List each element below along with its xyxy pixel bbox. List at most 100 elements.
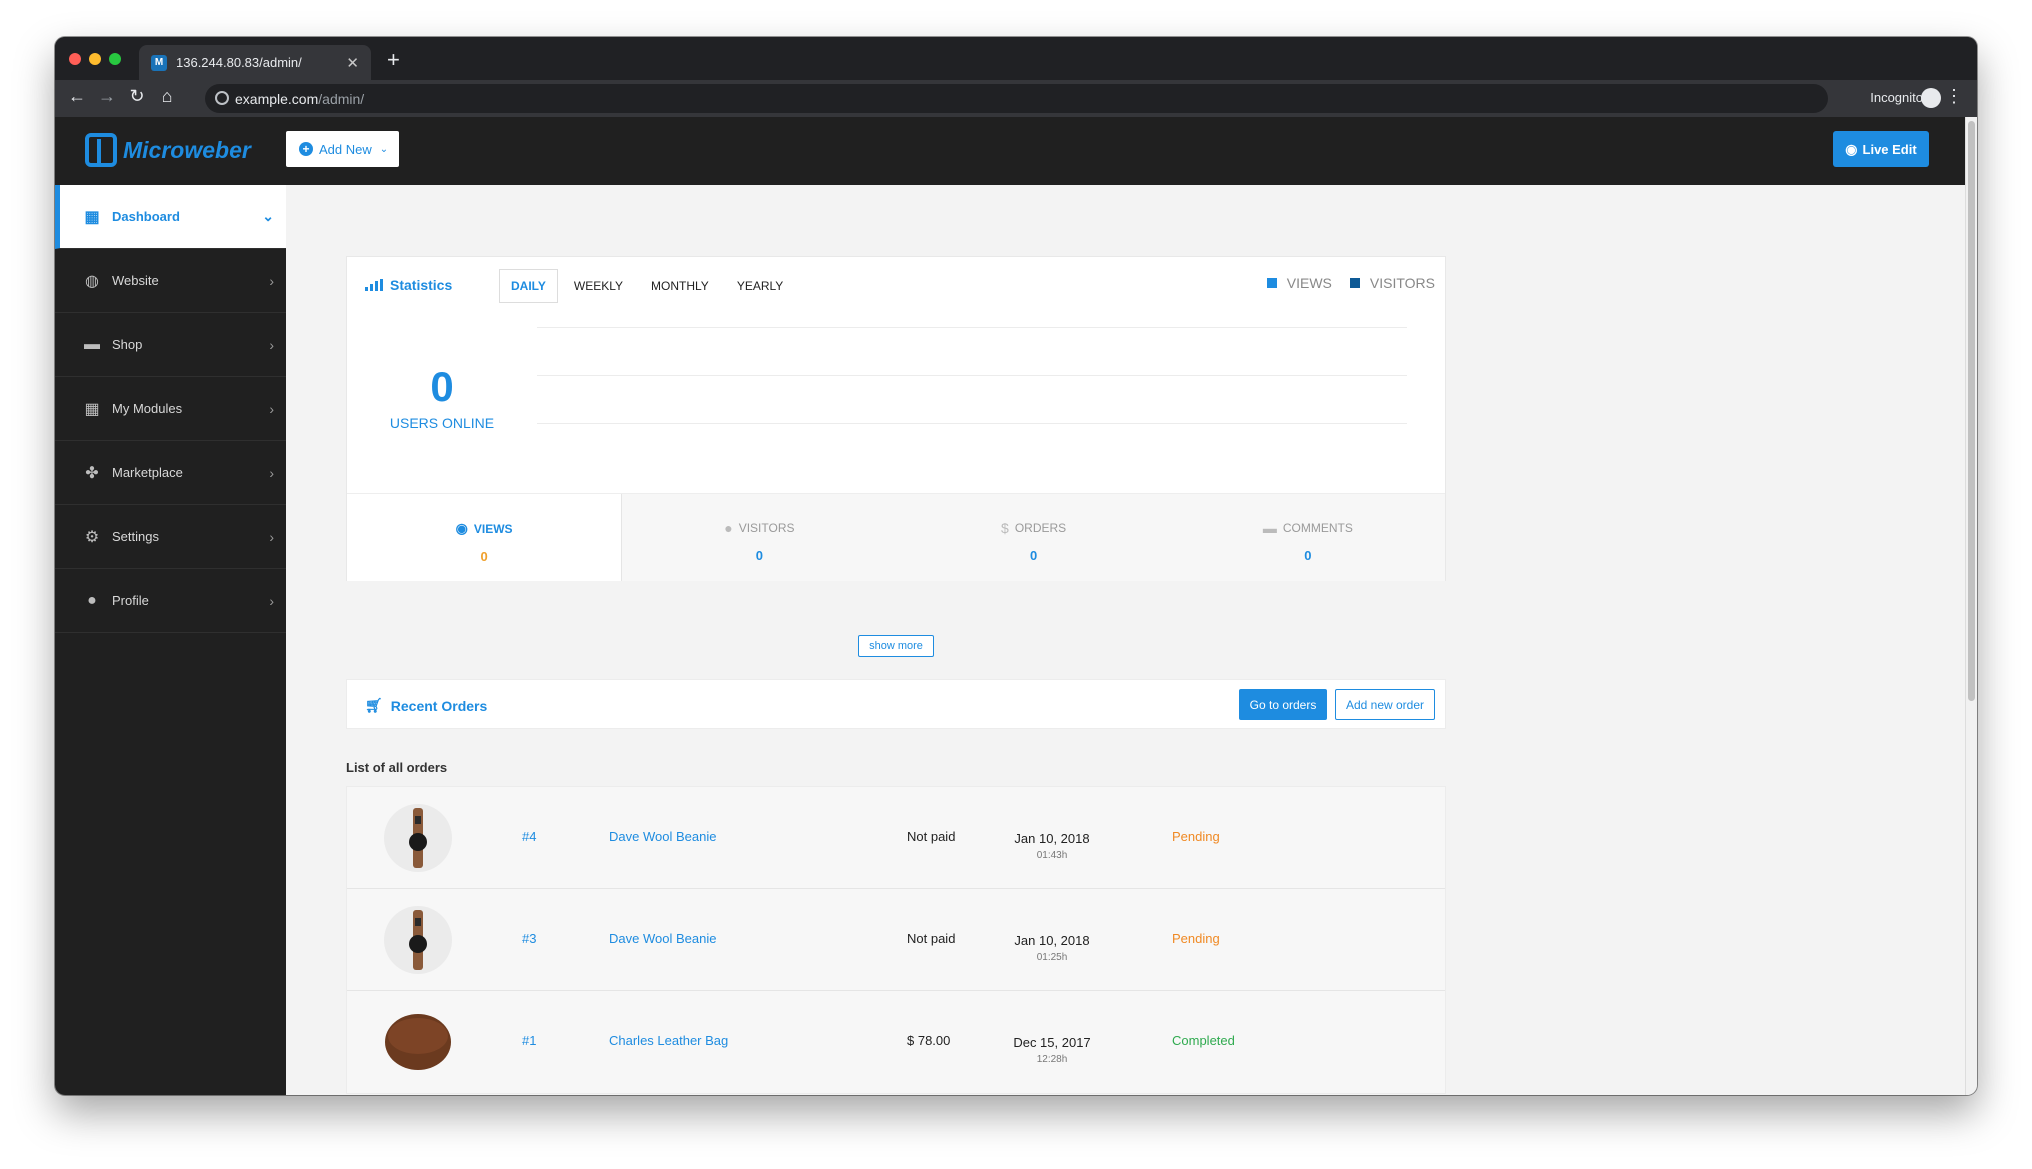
- order-status: Pending: [1172, 829, 1220, 844]
- metric-value: 0: [1030, 548, 1038, 563]
- legend-item-views[interactable]: VIEWS: [1266, 275, 1332, 291]
- order-date: Dec 15, 2017: [1013, 1035, 1091, 1050]
- home-icon[interactable]: ⌂: [155, 86, 179, 107]
- page-scrollbar[interactable]: [1965, 117, 1977, 1095]
- statistics-title-text: Statistics: [390, 277, 453, 293]
- eye-icon: ◉: [455, 520, 468, 536]
- chart-gridline: [537, 375, 1407, 376]
- microweber-logo-icon: [85, 133, 117, 167]
- live-edit-button[interactable]: ◉ Live Edit: [1833, 131, 1929, 167]
- sidebar-item-shop[interactable]: ▬ Shop ›: [55, 313, 286, 377]
- browser-tab[interactable]: M 136.244.80.83/admin/ ✕: [139, 45, 371, 80]
- bag-thumbnail-icon: [385, 1014, 451, 1070]
- url-path: /admin/: [318, 90, 365, 107]
- minimize-window-button[interactable]: [89, 53, 101, 65]
- sidebar-item-dashboard[interactable]: ▦ Dashboard ⌄: [55, 185, 286, 249]
- metric-orders[interactable]: $ ORDERS 0: [897, 494, 1171, 581]
- order-product[interactable]: Charles Leather Bag: [609, 1033, 728, 1048]
- users-online: 0 USERS ONLINE: [347, 313, 537, 493]
- order-date: Jan 10, 2018: [1014, 831, 1090, 846]
- sidebar-item-my-modules[interactable]: ▦ My Modules ›: [55, 377, 286, 441]
- tab-weekly[interactable]: WEEKLY: [562, 269, 635, 303]
- logo[interactable]: Microweber: [85, 133, 251, 167]
- legend-item-visitors[interactable]: VISITORS: [1349, 275, 1435, 291]
- tab-yearly[interactable]: YEARLY: [725, 269, 795, 303]
- site-info-icon[interactable]: [215, 91, 229, 105]
- cart-icon: 🛒︎: [365, 697, 383, 713]
- user-icon: ●: [87, 591, 97, 609]
- add-new-label: Add New: [319, 141, 372, 157]
- order-number[interactable]: #3: [522, 931, 536, 946]
- scrollbar-thumb[interactable]: [1968, 121, 1975, 701]
- sidebar-item-label: My Modules: [112, 401, 183, 416]
- chevron-down-icon: ⌄: [262, 208, 274, 224]
- order-number[interactable]: #1: [522, 1033, 536, 1048]
- metric-visitors[interactable]: ● VISITORS 0: [622, 494, 896, 581]
- metric-value: 0: [480, 549, 488, 564]
- tab-title: 136.244.80.83/admin/: [176, 55, 302, 70]
- metric-label: COMMENTS: [1282, 521, 1353, 535]
- incognito-label: Incognito: [1870, 90, 1923, 105]
- back-icon[interactable]: ←: [65, 86, 89, 107]
- gear-icon: ⚙: [84, 528, 100, 546]
- legend-swatch: [1266, 278, 1277, 288]
- sidebar-item-label: Settings: [112, 529, 159, 544]
- metrics-row: ◉ VIEWS 0 ● VISITORS 0 $ ORDERS 0 ▬ COMMENTS…: [347, 493, 1445, 581]
- order-status: Pending: [1172, 931, 1220, 946]
- new-tab-button[interactable]: +: [387, 49, 400, 71]
- legend-label: VISITORS: [1369, 275, 1435, 291]
- tab-daily[interactable]: DAILY: [499, 269, 558, 303]
- order-row[interactable]: #3 Dave Wool Beanie Not paid Jan 10, 201…: [347, 889, 1445, 991]
- sidebar-item-label: Dashboard: [112, 209, 180, 224]
- order-amount: $ 78.00: [907, 1033, 951, 1048]
- chevron-right-icon: ›: [269, 528, 274, 545]
- go-to-orders-button[interactable]: Go to orders: [1239, 689, 1327, 720]
- chart-legend: VIEWS VISITORS: [1266, 275, 1435, 291]
- metric-label: ORDERS: [1014, 521, 1067, 535]
- order-row[interactable]: #4 Dave Wool Beanie Not paid Jan 10, 201…: [347, 787, 1445, 889]
- legend-label: VIEWS: [1286, 275, 1332, 291]
- statistics-card: Statistics DAILY WEEKLY MONTHLY YEARLY V…: [346, 256, 1446, 581]
- close-tab-icon[interactable]: ✕: [346, 54, 359, 72]
- chart-gridline: [537, 423, 1407, 424]
- orders-list: #4 Dave Wool Beanie Not paid Jan 10, 201…: [346, 786, 1446, 1094]
- grid-icon: ▦: [84, 400, 100, 418]
- add-new-order-button[interactable]: Add new order: [1335, 689, 1435, 720]
- show-more-button[interactable]: show more: [858, 635, 934, 657]
- metric-value: 0: [1304, 548, 1312, 563]
- chart-gridline: [537, 327, 1407, 328]
- forward-icon[interactable]: →: [95, 86, 119, 107]
- browser-menu-icon[interactable]: ⋮: [1945, 86, 1963, 107]
- order-product[interactable]: Dave Wool Beanie: [609, 829, 716, 844]
- dollar-icon: $: [1001, 520, 1009, 536]
- order-number[interactable]: #4: [522, 829, 536, 844]
- metric-label: VISITORS: [738, 521, 795, 535]
- order-time: 12:28h: [1036, 1054, 1068, 1065]
- sidebar-item-settings[interactable]: ⚙ Settings ›: [55, 505, 286, 569]
- tab-monthly[interactable]: MONTHLY: [639, 269, 721, 303]
- add-new-button[interactable]: + Add New ⌄: [286, 131, 399, 167]
- order-amount: Not paid: [907, 931, 956, 946]
- order-time: 01:43h: [1036, 850, 1068, 861]
- dashboard-icon: ▦: [84, 208, 100, 226]
- maximize-window-button[interactable]: [109, 53, 121, 65]
- recent-orders-title: 🛒︎ Recent Orders: [365, 697, 487, 714]
- globe-icon: ◍: [85, 272, 99, 290]
- metric-views[interactable]: ◉ VIEWS 0: [347, 494, 623, 581]
- incognito-icon[interactable]: [1921, 88, 1941, 108]
- order-row[interactable]: #1 Charles Leather Bag $ 78.00 Dec 15, 2…: [347, 991, 1445, 1093]
- order-date: Jan 10, 2018: [1014, 933, 1090, 948]
- browser-tabstrip: M 136.244.80.83/admin/ ✕ +: [55, 37, 1977, 80]
- sidebar-item-website[interactable]: ◍ Website ›: [55, 249, 286, 313]
- metric-comments[interactable]: ▬ COMMENTS 0: [1171, 494, 1445, 581]
- shop-icon: ▬: [84, 335, 100, 353]
- order-product[interactable]: Dave Wool Beanie: [609, 931, 716, 946]
- sidebar-item-profile[interactable]: ● Profile ›: [55, 569, 286, 633]
- reload-icon[interactable]: ↻: [125, 86, 149, 107]
- microweber-favicon-icon: M: [151, 54, 167, 71]
- close-window-button[interactable]: [69, 53, 81, 65]
- sidebar-item-marketplace[interactable]: ✤ Marketplace ›: [55, 441, 286, 505]
- main-content: Statistics DAILY WEEKLY MONTHLY YEARLY V…: [286, 185, 1965, 1095]
- address-bar[interactable]: example.com/admin/: [205, 84, 1828, 113]
- comment-icon: ▬: [1262, 520, 1277, 536]
